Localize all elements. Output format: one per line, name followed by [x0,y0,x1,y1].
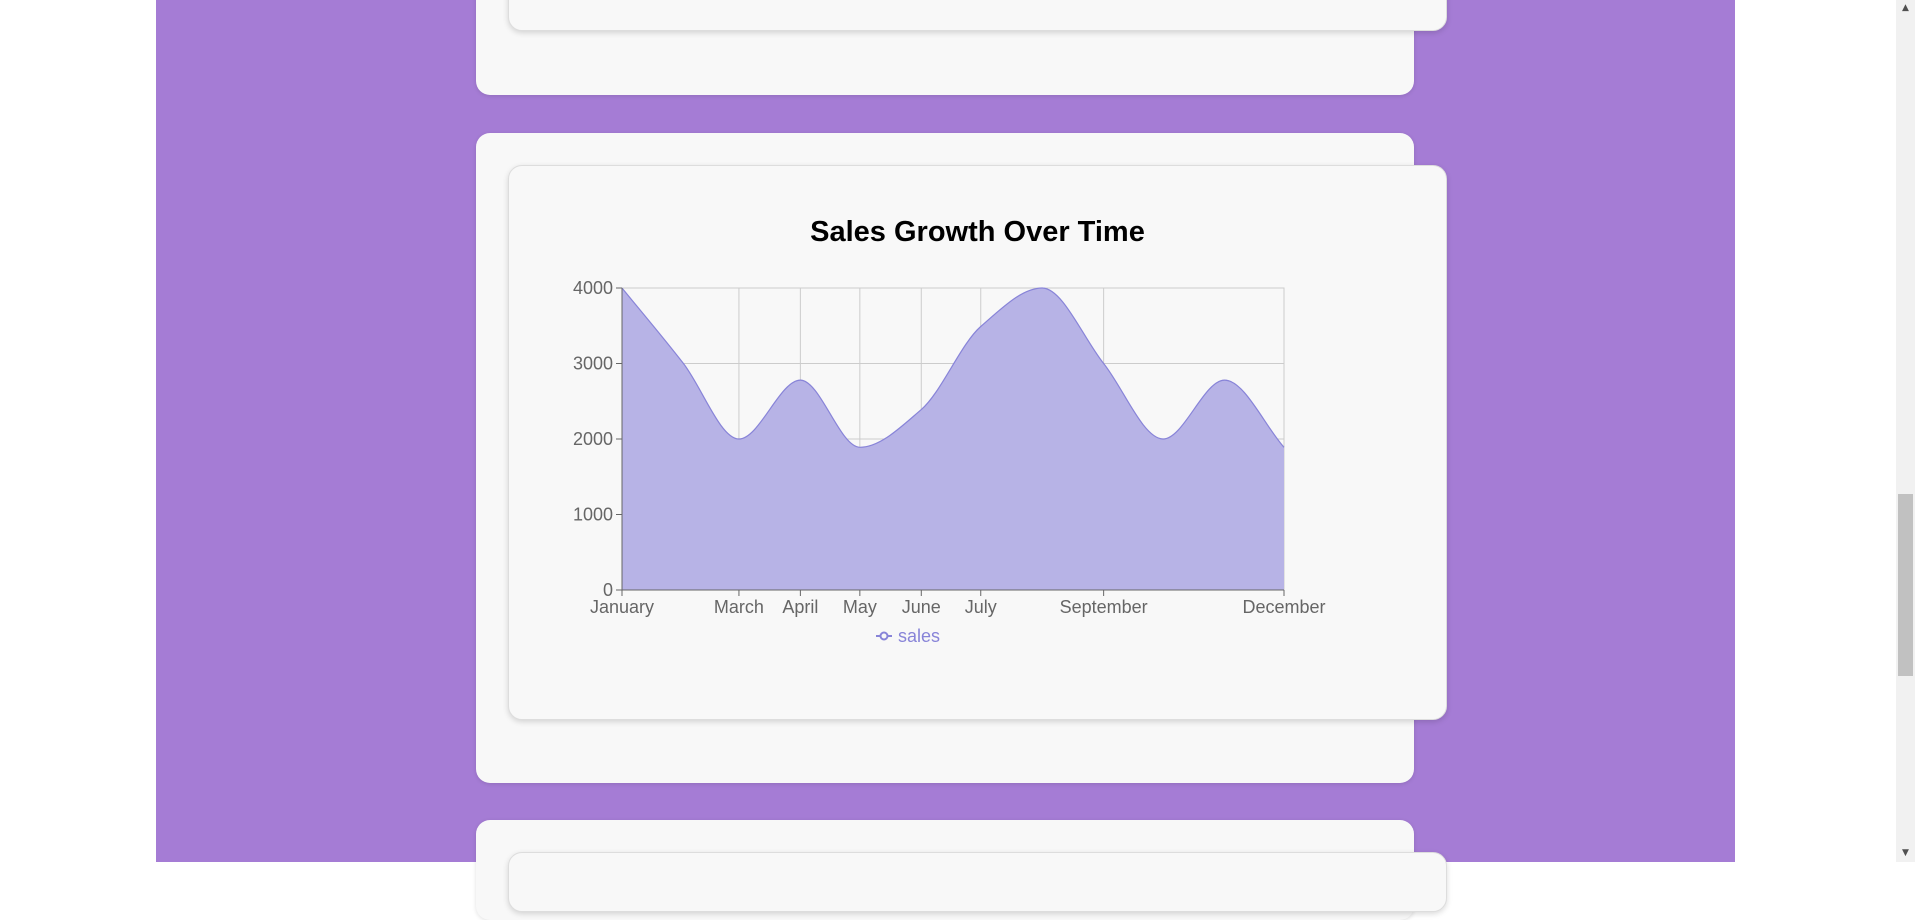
x-tick-label: May [843,597,877,617]
next-chart-card [508,852,1447,912]
x-tick-label: December [1242,597,1325,617]
x-tick-label: March [714,597,764,617]
x-tick-label: January [590,597,654,617]
y-tick-label: 2000 [573,429,613,449]
scrollbar[interactable] [1896,0,1915,862]
previous-chart-card [508,0,1447,31]
x-tick-label: April [782,597,818,617]
sales-area-fill [622,288,1284,590]
x-tick-label: June [902,597,941,617]
legend-marker-icon [879,631,889,641]
chart-card: Sales Growth Over Time 0 1000 2000 3000 4000… [508,165,1447,720]
legend-label: sales [898,626,940,646]
y-tick-label: 1000 [573,505,613,525]
y-tick-label: 3000 [573,354,613,374]
sales-area-chart: 01000200030004000January March April May Jun… [573,278,1326,646]
scrollbar-thumb[interactable] [1898,494,1913,676]
scroll-down-icon[interactable]: ▼ [1896,845,1915,862]
scroll-up-icon[interactable]: ▲ [1896,0,1915,17]
x-tick-label: July [965,597,997,617]
y-tick-label: 4000 [573,278,613,298]
x-tick-label: September [1060,597,1148,617]
